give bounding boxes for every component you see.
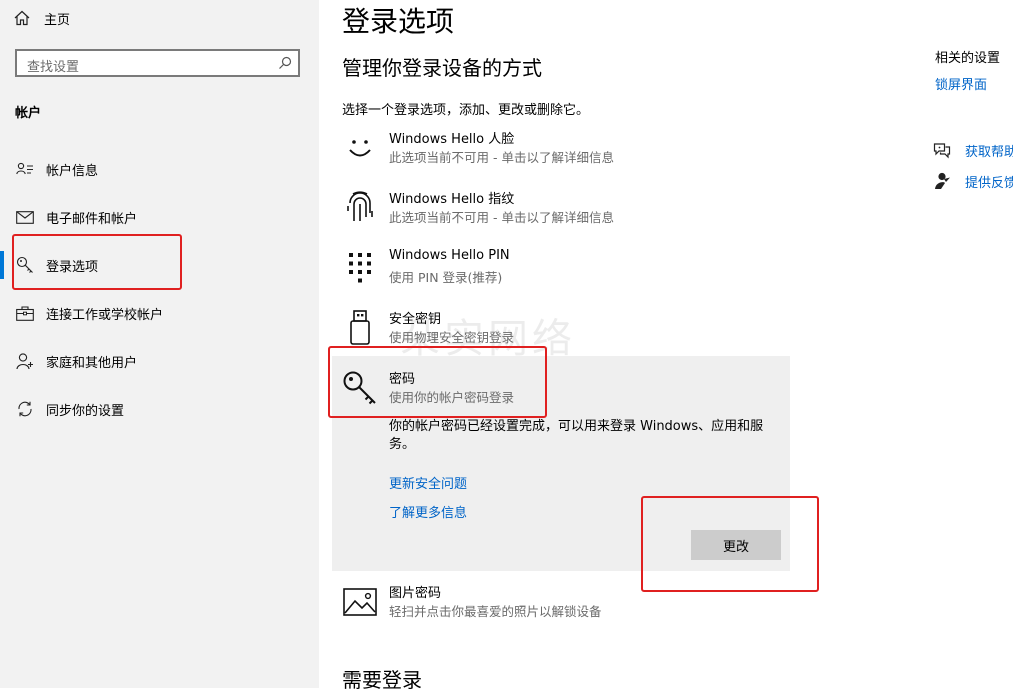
get-help-link[interactable]: 获取帮助: [933, 140, 1013, 160]
option-title: Windows Hello PIN: [389, 248, 510, 263]
briefcase-icon: [14, 305, 36, 321]
search-placeholder: 查找设置: [27, 60, 80, 75]
highlight-box-password: [328, 346, 547, 418]
option-subtitle: 此选项当前不可用 - 单击以了解详细信息: [389, 150, 614, 165]
home-icon: [14, 10, 30, 26]
sidebar-item-account-info[interactable]: 帐户信息: [0, 149, 319, 189]
option-pin[interactable]: Windows Hello PIN 使用 PIN 登录(推荐): [342, 248, 802, 294]
option-face[interactable]: Windows Hello 人脸 此选项当前不可用 - 单击以了解详细信息: [342, 128, 802, 174]
highlight-box-sign-in-options: [12, 234, 182, 290]
update-security-questions-link[interactable]: 更新安全问题: [389, 473, 467, 492]
home-label: 主页: [44, 12, 71, 28]
option-subtitle: 此选项当前不可用 - 单击以了解详细信息: [389, 210, 614, 225]
usb-key-icon: [342, 310, 378, 346]
option-subtitle: 使用 PIN 登录(推荐): [389, 270, 503, 285]
account-info-icon: [14, 162, 36, 176]
picture-icon: [342, 584, 378, 620]
sidebar-item-email[interactable]: 电子邮件和帐户: [0, 197, 319, 237]
feedback-icon: [935, 172, 950, 189]
sidebar-item-label: 同步你的设置: [46, 403, 125, 419]
option-title: Windows Hello 人脸: [389, 132, 515, 147]
home-nav-item[interactable]: 主页: [14, 8, 70, 28]
option-fingerprint[interactable]: Windows Hello 指纹 此选项当前不可用 - 单击以了解详细信息: [342, 188, 802, 234]
pin-keypad-icon: [342, 250, 378, 286]
section-title: 管理你登录设备的方式: [342, 56, 542, 80]
sidebar-item-label: 帐户信息: [46, 163, 99, 179]
learn-more-link[interactable]: 了解更多信息: [389, 502, 467, 521]
get-help-label: 获取帮助: [965, 144, 1013, 160]
fingerprint-icon: [342, 190, 378, 226]
give-feedback-label: 提供反馈: [965, 175, 1013, 191]
give-feedback-link[interactable]: 提供反馈: [933, 171, 1013, 191]
highlight-box-change-button: [641, 496, 819, 592]
sidebar-item-work-school[interactable]: 连接工作或学校帐户: [0, 293, 319, 333]
option-picture-password[interactable]: 图片密码 轻扫并点击你最喜爱的照片以解锁设备: [342, 582, 802, 628]
related-settings-heading: 相关的设置: [935, 51, 1001, 66]
help-chat-icon: [933, 142, 951, 158]
sidebar-item-label: 电子邮件和帐户: [46, 211, 138, 227]
sidebar-item-family[interactable]: 家庭和其他用户: [0, 341, 319, 381]
sync-icon: [14, 400, 36, 418]
option-subtitle: 轻扫并点击你最喜爱的照片以解锁设备: [389, 604, 602, 619]
add-user-icon: [14, 352, 36, 370]
search-icon: [279, 56, 292, 69]
search-input[interactable]: 查找设置: [15, 49, 300, 77]
face-icon: [342, 130, 378, 166]
page-title: 登录选项: [342, 5, 455, 38]
mail-icon: [14, 210, 36, 224]
sidebar: 主页 查找设置 帐户 帐户信息 电子邮件和帐户 登录选项 连接工作或学校帐户 家…: [0, 0, 319, 688]
require-sign-in-heading: 需要登录: [342, 668, 422, 692]
sidebar-item-label: 家庭和其他用户: [46, 355, 138, 371]
option-title: 图片密码: [389, 586, 442, 601]
lock-screen-link[interactable]: 锁屏界面: [935, 74, 987, 93]
option-title: Windows Hello 指纹: [389, 192, 515, 207]
sidebar-item-sync[interactable]: 同步你的设置: [0, 389, 319, 429]
section-header: 帐户: [15, 106, 42, 121]
password-detail-text: 你的帐户密码已经设置完成，可以用来登录 Windows、应用和服务。: [389, 419, 764, 452]
sidebar-item-label: 连接工作或学校帐户: [46, 307, 164, 323]
section-description: 选择一个登录选项，添加、更改或删除它。: [342, 103, 590, 118]
